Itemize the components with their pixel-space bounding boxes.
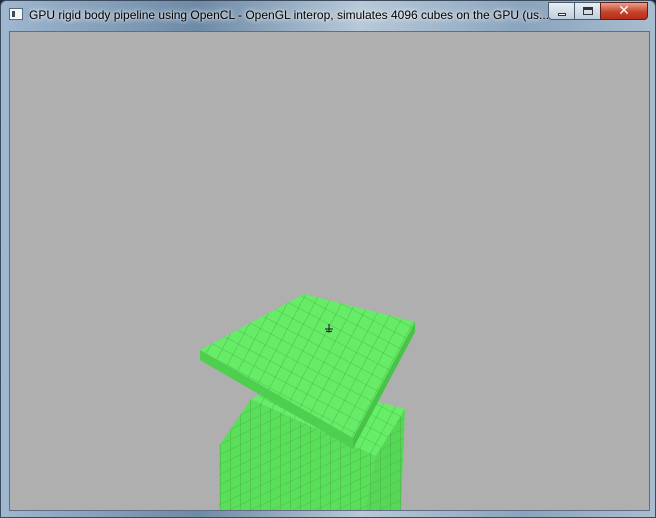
window-icon[interactable] <box>9 8 23 20</box>
maximize-icon <box>582 7 593 15</box>
opengl-viewport[interactable] <box>9 31 650 511</box>
minimize-button[interactable] <box>548 2 575 20</box>
minimize-icon <box>557 12 566 16</box>
application-window: GPU rigid body pipeline using OpenCL - O… <box>0 0 656 518</box>
close-icon: ✕ <box>618 3 630 19</box>
maximize-button[interactable] <box>574 2 601 20</box>
3d-scene[interactable] <box>10 32 649 510</box>
window-title: GPU rigid body pipeline using OpenCL - O… <box>29 8 549 22</box>
close-button[interactable]: ✕ <box>600 2 648 20</box>
title-bar[interactable]: GPU rigid body pipeline using OpenCL - O… <box>1 1 655 29</box>
